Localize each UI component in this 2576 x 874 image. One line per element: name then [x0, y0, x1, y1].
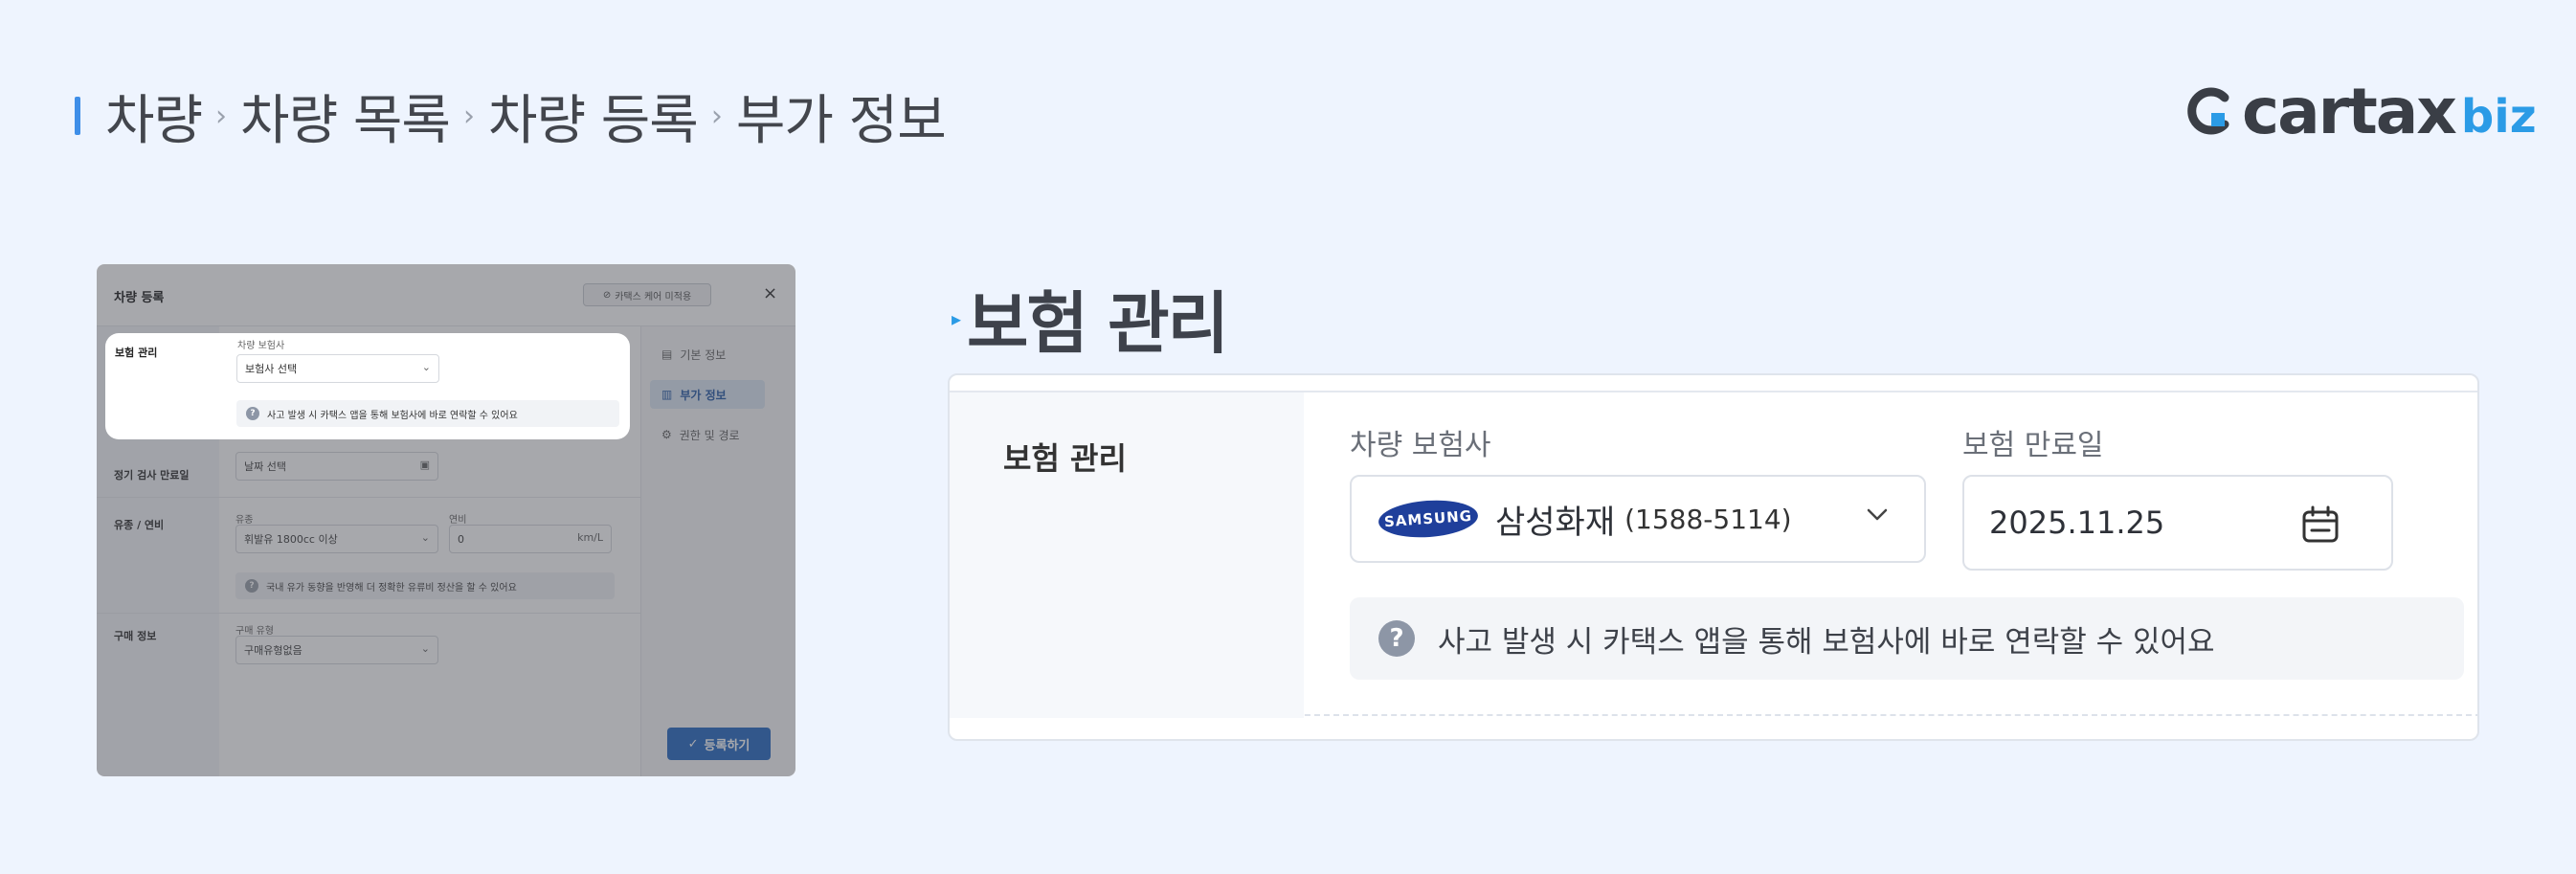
insurer-field-label: 차량 보험사 [1350, 429, 1491, 462]
breadcrumb-accent-bar [75, 97, 80, 135]
insurer-name: 삼성화재 [1495, 503, 1616, 542]
insurer-select-value: 보험사 선택 [245, 363, 298, 375]
breadcrumb-item-additional-info: 부가 정보 [735, 89, 947, 152]
insurer-field-label: 차량 보험사 [237, 341, 285, 351]
insurance-info-text: 사고 발생 시 카택스 앱을 통해 보험사에 바로 연락할 수 있어요 [1438, 624, 2215, 660]
expiry-field-label: 보험 만료일 [1962, 429, 2104, 462]
row-label-insurance: 보험 관리 [115, 347, 158, 359]
insurance-info-box: ? 사고 발생 시 카택스 앱을 통해 보험사에 바로 연락할 수 있어요 [1350, 597, 2464, 680]
insurance-detail-card: 보험 관리 차량 보험사 SAMSUNG 삼성화재 (1588-5114) 보험… [948, 373, 2479, 741]
samsung-logo-icon: SAMSUNG [1377, 497, 1480, 541]
insurance-row-highlight: 보험 관리 차량 보험사 보험사 선택 ⌄ ? 사고 발생 시 카택스 앱을 통… [105, 333, 630, 439]
breadcrumb-item-vehicle-register[interactable]: 차량 등록 [488, 78, 699, 155]
question-icon: ? [246, 407, 259, 420]
insurance-info-box: ? 사고 발생 시 카택스 앱을 통해 보험사에 바로 연락할 수 있어요 [236, 400, 619, 427]
chevron-down-icon: ⌄ [421, 361, 431, 373]
cartax-logo: cartax biz [2183, 73, 2537, 149]
insurer-phone: (1588-5114) [1624, 503, 1792, 535]
expiry-date-value: 2025.11.25 [1989, 504, 2165, 541]
cartax-logo-mark-icon [2183, 84, 2236, 138]
chevron-down-icon [1867, 508, 1888, 521]
label-column: 보험 관리 [950, 392, 1304, 718]
insurance-info-text: 사고 발생 시 카택스 앱을 통해 보험사에 바로 연락할 수 있어요 [267, 410, 518, 421]
logo-suffix: biz [2460, 90, 2537, 144]
breadcrumb: 차량 › 차량 목록 › 차량 등록 › 부가 정보 [75, 82, 947, 152]
logo-wordmark: cartax [2242, 74, 2457, 148]
section-heading: ▸ 보험 관리 [952, 270, 1229, 367]
insurer-select[interactable]: SAMSUNG 삼성화재 (1588-5114) [1350, 475, 1926, 563]
breadcrumb-separator-icon: › [710, 99, 723, 133]
breadcrumb-item-vehicle-list[interactable]: 차량 목록 [240, 78, 451, 155]
insurance-row: 보험 관리 차량 보험사 SAMSUNG 삼성화재 (1588-5114) 보험… [950, 391, 2477, 718]
insurer-select[interactable]: 보험사 선택 ⌄ [236, 354, 439, 383]
row-label-insurance: 보험 관리 [1003, 440, 1127, 477]
calendar-icon[interactable] [2301, 505, 2340, 544]
breadcrumb-separator-icon: › [215, 99, 228, 133]
arrow-right-icon: ▸ [952, 306, 962, 330]
breadcrumb-separator-icon: › [462, 99, 475, 133]
question-icon: ? [1378, 620, 1415, 657]
breadcrumb-item-vehicle[interactable]: 차량 [105, 78, 203, 155]
expiry-date-input[interactable]: 2025.11.25 [1962, 475, 2393, 571]
section-title: 보험 관리 [967, 284, 1229, 363]
